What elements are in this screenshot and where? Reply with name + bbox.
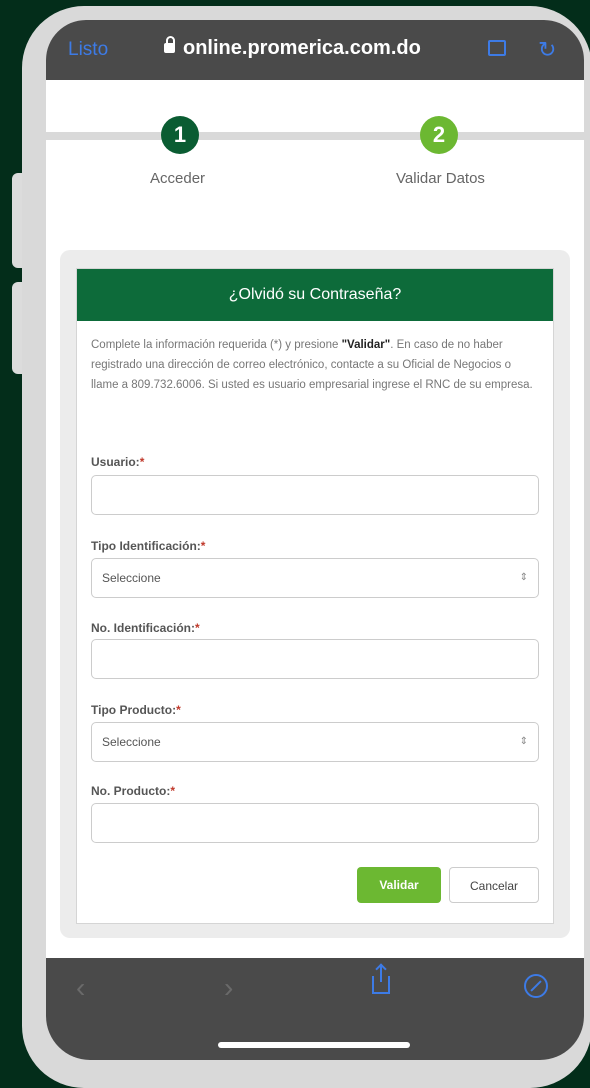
select-arrows-icon: ⇕ [519,736,528,747]
step-1-label: Acceder [150,170,206,187]
step-2-indicator: 2 [420,116,458,154]
no-identificacion-label: No. Identificación:* [91,621,200,635]
usuario-label: Usuario:* [91,455,145,469]
tipo-identificacion-value: Seleccione [102,571,161,585]
compass-icon[interactable] [524,974,548,998]
browser-top-bar: Listo online.promerica.com.do ↻ [46,20,584,80]
usuario-input[interactable] [91,475,539,515]
required-mark: * [170,784,175,798]
forgot-password-form: ¿Olvidó su Contraseña? Complete la infor… [76,268,554,924]
url-text: online.promerica.com.do [183,37,421,59]
stepper-track [46,132,584,140]
tipo-producto-select[interactable]: Seleccione ⇕ [91,722,539,762]
step-1-indicator: 1 [161,116,199,154]
select-arrows-icon: ⇕ [519,572,528,583]
cancel-button[interactable]: Cancelar [449,867,539,903]
done-button[interactable]: Listo [68,39,108,61]
required-mark: * [139,455,145,469]
address-bar[interactable]: online.promerica.com.do [164,36,421,60]
share-icon[interactable] [372,966,390,994]
browser-bottom-bar: ‹ › [46,958,584,1060]
phone-screen: Listo online.promerica.com.do ↻ 1 2 Acce… [46,20,584,1060]
instructions-text-1: Complete la información requerida (*) y … [91,339,342,351]
tipo-producto-label: Tipo Producto:* [91,703,181,717]
instructions-bold: "Validar" [341,339,391,351]
tipo-identificacion-select[interactable]: Seleccione ⇕ [91,558,539,598]
reload-icon[interactable]: ↻ [538,37,556,63]
no-producto-input[interactable] [91,803,539,843]
no-identificacion-input[interactable] [91,639,539,679]
no-producto-label: No. Producto:* [91,784,175,798]
forward-icon[interactable]: › [224,972,233,1004]
form-title: ¿Olvidó su Contraseña? [77,269,553,321]
form-instructions: Complete la información requerida (*) y … [91,335,539,395]
back-icon[interactable]: ‹ [76,972,85,1004]
validate-button[interactable]: Validar [357,867,441,903]
step-2-label: Validar Datos [396,170,485,187]
tipo-producto-value: Seleccione [102,735,161,749]
required-mark: * [200,539,206,553]
lock-icon [164,36,175,53]
reader-icon[interactable] [488,40,506,56]
home-indicator [218,1042,410,1048]
required-mark: * [176,703,181,717]
required-mark: * [195,621,200,635]
tipo-identificacion-label: Tipo Identificación:* [91,539,206,553]
